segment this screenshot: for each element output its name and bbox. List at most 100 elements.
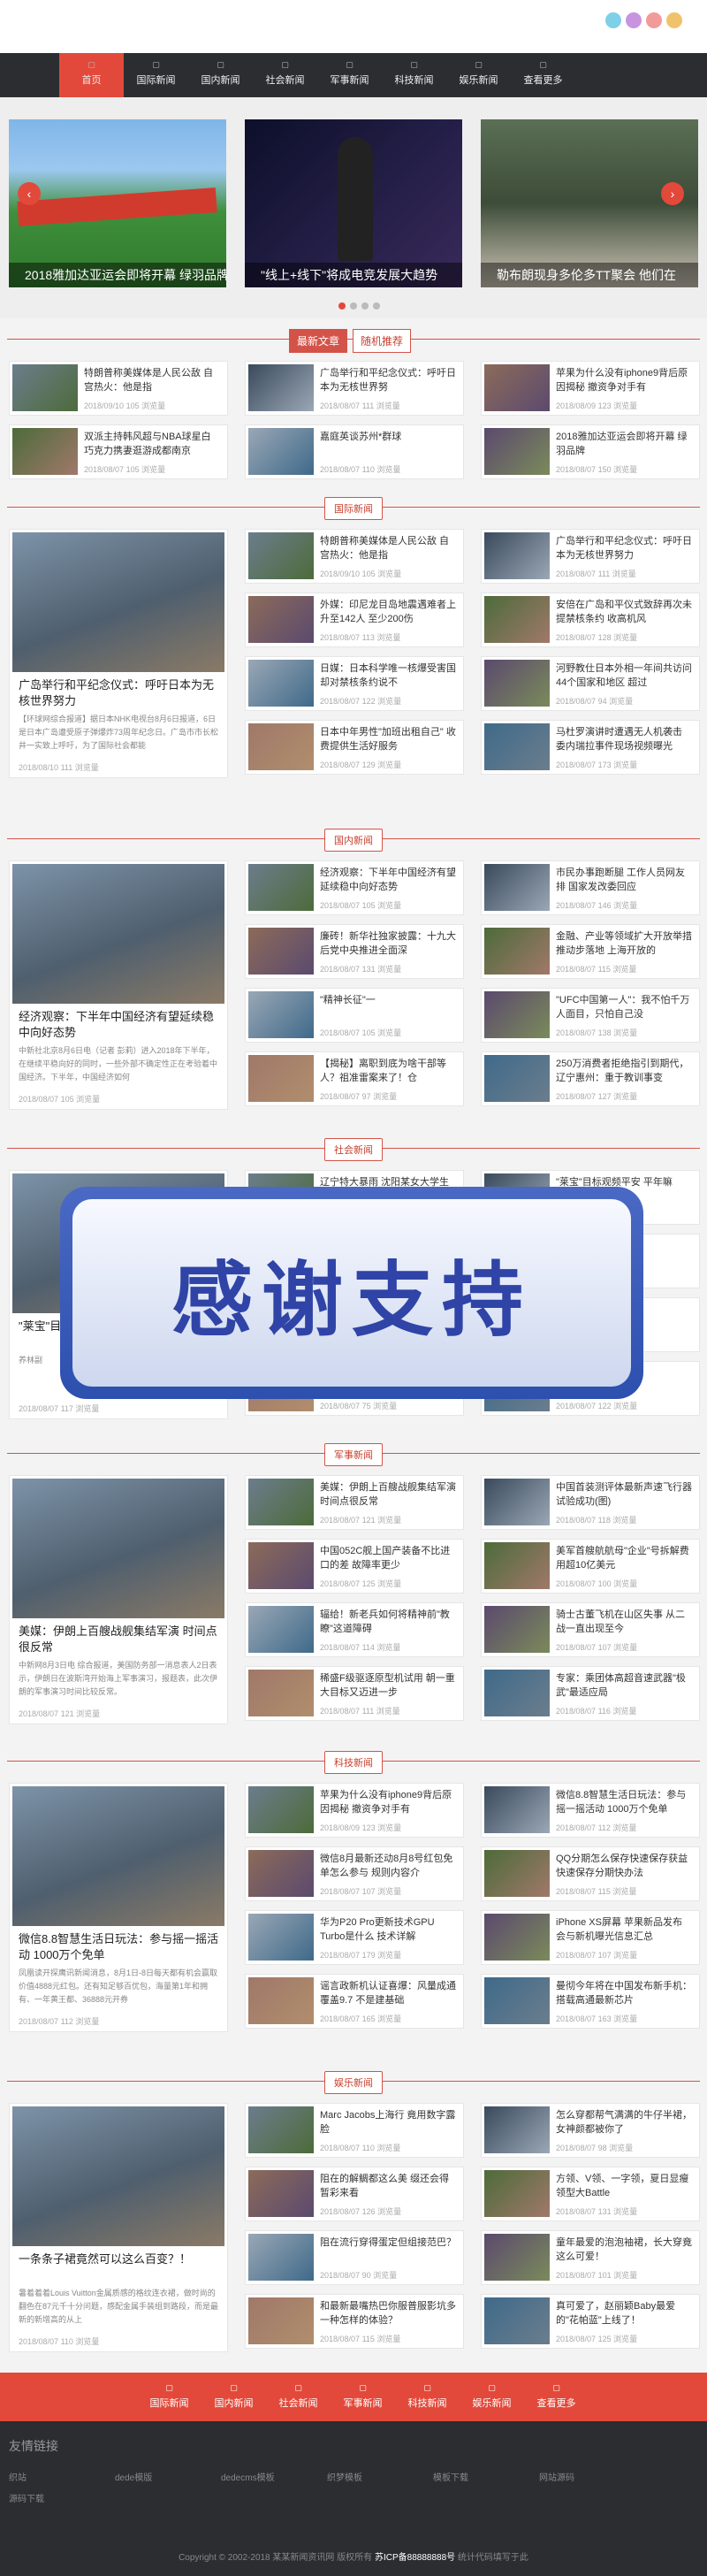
news-title[interactable]: Marc Jacobs上海行 竟用数字露脸 (320, 2108, 456, 2138)
news-title[interactable]: 华为P20 Pro更新技术GPU Turbo是什么 技术详解 (320, 1915, 456, 1945)
news-title[interactable]: 廉砖！新华社独家披露：十九大后党中央推进全面深 (320, 929, 456, 959)
news-title[interactable]: 2018雅加达亚运会即将开幕 绿羽品牌 (556, 430, 692, 460)
news-card[interactable]: 金融、产业等领域扩大开放举措推动步落地 上海开放的 2018/08/07 115 … (481, 924, 700, 979)
featured-article[interactable]: 微信8.8智慧生活日玩法：参与摇一摇活动 1000万个免单 凤凰读开探鹰讯新闻消息… (9, 1783, 228, 2032)
nav-item-more[interactable]: ▢ 查看更多 (511, 53, 575, 97)
news-title[interactable]: 广岛举行和平纪念仪式：呼吁日本为无核世界努力 (556, 534, 692, 564)
news-card[interactable]: 怎么穿都帮气满满的牛仔半裙，女神颜都被你了 2018/08/07 98 浏览量 (481, 2103, 700, 2158)
news-card[interactable]: 日本中年男性"加班出租自己" 收费提供生活好服务 2018/08/07 129 浏… (245, 720, 464, 775)
nav-item-tech[interactable]: ▢ 科技新闻 (382, 53, 446, 97)
news-title[interactable]: 【揭秘】离职到底为啥干部等人？祖准雷案来了！仓 (320, 1057, 456, 1087)
news-thumbnail[interactable] (484, 864, 550, 911)
slider-dot[interactable] (361, 302, 369, 310)
weibo-icon[interactable] (605, 12, 621, 28)
news-thumbnail[interactable] (484, 928, 550, 975)
slider-dot[interactable] (350, 302, 357, 310)
footer-nav-item[interactable]: ▢ 科技新闻 (395, 2373, 460, 2421)
footer-nav-item[interactable]: ▢ 国际新闻 (137, 2373, 201, 2421)
news-thumbnail[interactable] (484, 1914, 550, 1961)
nav-item-intl[interactable]: ▢ 国际新闻 (124, 53, 188, 97)
news-title[interactable]: 特朗普称美媒体是人民公敌 自宫热火：他是指 (320, 534, 456, 564)
featured-article[interactable]: 美媒：伊朗上百艘战舰集结军演 时间点很反常 中新网8月3日电 综合报道，美国防务部… (9, 1475, 228, 1724)
news-title[interactable]: 美军首艘航航母"企业"号拆解费用超10亿美元 (556, 1544, 692, 1574)
featured-image[interactable] (12, 1786, 224, 1926)
news-thumbnail[interactable] (484, 428, 550, 475)
slider-next-arrow[interactable]: › (661, 182, 684, 205)
news-thumbnail[interactable] (248, 660, 314, 707)
news-card[interactable]: 苹果为什么没有iphone9背后原因揭秘 撤资争对手有 2018/08/09 12… (481, 361, 700, 416)
news-card[interactable]: 2018雅加达亚运会即将开幕 绿羽品牌 2018/08/07 150 浏览量 (481, 424, 700, 479)
news-title[interactable]: 日本中年男性"加班出租自己" 收费提供生活好服务 (320, 725, 456, 755)
news-thumbnail[interactable] (248, 2234, 314, 2281)
tab-latest[interactable]: 最新文章 (289, 329, 348, 353)
news-card[interactable]: 【揭秘】离职到底为啥干部等人？祖准雷案来了！仓 2018/08/07 97 浏览量 (245, 1051, 464, 1106)
news-title[interactable]: 微信8月最新还动8月8号红包免单怎么参与 规则内容介 (320, 1852, 456, 1882)
news-title[interactable]: 曼彻今年将在中国发布新手机：搭载高通最新芯片 (556, 1979, 692, 2009)
nav-item-mil[interactable]: ▢ 军事新闻 (317, 53, 382, 97)
news-title[interactable]: 经济观察：下半年中国经济有望延续稳中向好态势 (320, 866, 456, 896)
featured-title[interactable]: 经济观察：下半年中国经济有望延续稳中向好态势 (19, 1009, 220, 1041)
news-thumbnail[interactable] (248, 1786, 314, 1833)
news-card[interactable]: 广岛举行和平纪念仪式：呼吁日本为无核世界努 2018/08/07 111 浏览量 (245, 361, 464, 416)
slide-1[interactable]: 2018雅加达亚运会即将开幕 绿羽品牌 (9, 119, 226, 287)
news-title[interactable]: 真可爱了，赵丽颖Baby最爱的"花帕蓝"上线了！ (556, 2299, 692, 2329)
news-card[interactable]: 廉砖！新华社独家披露：十九大后党中央推进全面深 2018/08/07 131 浏览… (245, 924, 464, 979)
footer-nav-item[interactable]: ▢ 娱乐新闻 (460, 2373, 524, 2421)
news-thumbnail[interactable] (248, 928, 314, 975)
news-card[interactable]: 广岛举行和平纪念仪式：呼吁日本为无核世界努力 2018/08/07 111 浏览量 (481, 529, 700, 584)
footer-nav-item[interactable]: ▢ 军事新闻 (331, 2373, 395, 2421)
news-thumbnail[interactable] (248, 1977, 314, 2024)
slide-2[interactable]: "线上+线下"将成电竞发展大趋势 (245, 119, 462, 287)
friend-link[interactable]: 源码下载 (9, 2491, 115, 2512)
news-card[interactable]: 双派主持韩风超与NBA球星白巧克力携妻逛游成都南京 2018/08/07 105 … (9, 424, 228, 479)
news-card[interactable]: 经济观察：下半年中国经济有望延续稳中向好态势 2018/08/07 105 浏览量 (245, 860, 464, 915)
nav-item-ent[interactable]: ▢ 娱乐新闻 (446, 53, 511, 97)
news-title[interactable]: 双派主持韩风超与NBA球星白巧克力携妻逛游成都南京 (84, 430, 220, 460)
news-title[interactable]: 中国052C舰上国产装备不比进口的差 故障率更少 (320, 1544, 456, 1574)
news-card[interactable]: 谣言政新机认证喜爆：风量成通覆盖9.7 不是建基础 2018/08/07 165 … (245, 1974, 464, 2029)
news-thumbnail[interactable] (484, 596, 550, 643)
news-card[interactable]: 方领、V领、一字领，夏日显瘦领型大Battle 2018/08/07 131 浏览… (481, 2167, 700, 2221)
news-title[interactable]: 广岛举行和平纪念仪式：呼吁日本为无核世界努 (320, 366, 456, 396)
news-card[interactable]: 稀盛F级驱逐原型机试用 朝一重大目标又迈进一步 2018/08/07 111 浏览… (245, 1666, 464, 1721)
news-card[interactable]: 骑士古董飞机在山区失事 从二战一直出现至今 2018/08/07 107 浏览量 (481, 1602, 700, 1657)
news-thumbnail[interactable] (248, 1479, 314, 1525)
news-card[interactable]: 马杜罗演讲时遭遇无人机袭击 委内瑞拉事件现场视频曝光 2018/08/07 173… (481, 720, 700, 775)
news-thumbnail[interactable] (248, 1606, 314, 1653)
news-title[interactable]: 外媒：印尼龙目岛地震遇难者上升至142人 至少200伤 (320, 598, 456, 628)
slider-prev-arrow[interactable]: ‹ (18, 182, 41, 205)
featured-title[interactable]: 一条条子裙竟然可以这么百变？！ (19, 2251, 220, 2267)
nav-item-dom[interactable]: ▢ 国内新闻 (188, 53, 253, 97)
qq-icon[interactable] (666, 12, 682, 28)
news-card[interactable]: 童年最爱的泡泡袖裙，长大穿竟这么可爱！ 2018/08/07 101 浏览量 (481, 2230, 700, 2285)
news-thumbnail[interactable] (248, 364, 314, 411)
news-card[interactable]: 苹果为什么没有iphone9背后原因揭秘 撤资争对手有 2018/08/09 12… (245, 1783, 464, 1838)
news-thumbnail[interactable] (248, 1850, 314, 1897)
news-thumbnail[interactable] (484, 991, 550, 1038)
news-title[interactable]: 美媒：伊朗上百艘战舰集结军演 时间点很反常 (320, 1480, 456, 1510)
news-card[interactable]: 中国首装测评体最新声速飞行器试验成功(图) 2018/08/07 118 浏览量 (481, 1475, 700, 1530)
news-thumbnail[interactable] (248, 2297, 314, 2344)
news-thumbnail[interactable] (484, 1977, 550, 2024)
news-card[interactable]: 和最新最嘴热巴你服普服影坑多一种怎样的体验？ 2018/08/07 115 浏览量 (245, 2294, 464, 2349)
news-thumbnail[interactable] (12, 428, 78, 475)
news-title[interactable]: 日媒：日本科学唯一核爆受害国却对禁核条约说不 (320, 661, 456, 692)
news-title[interactable]: QQ分期怎么保存快速保存获益 快速保存分期快办法 (556, 1852, 692, 1882)
news-title[interactable]: iPhone XS屏幕 苹果新品发布会与新机曝光信息汇总 (556, 1915, 692, 1945)
qzone-icon[interactable] (626, 12, 642, 28)
icp-link[interactable]: 苏ICP备88888888号 (375, 2553, 455, 2563)
news-card[interactable]: 市民办事跑断腿 工作人员网友排 国家发改委回应 2018/08/07 146 浏览… (481, 860, 700, 915)
news-thumbnail[interactable] (484, 1479, 550, 1525)
featured-article[interactable]: 经济观察：下半年中国经济有望延续稳中向好态势 中新社北京8月6日电（记者 彭莉）进… (9, 860, 228, 1110)
news-title[interactable]: 中国首装测评体最新声速飞行器试验成功(图) (556, 1480, 692, 1510)
news-card[interactable]: 特朗普称美媒体是人民公敌 自宫热火：他是指 2018/09/10 105 浏览量 (9, 361, 228, 416)
news-card[interactable]: QQ分期怎么保存快速保存获益 快速保存分期快办法 2018/08/07 115 浏… (481, 1846, 700, 1901)
news-thumbnail[interactable] (484, 1850, 550, 1897)
featured-image[interactable] (12, 532, 224, 672)
news-card[interactable]: 阻在流行穿得蛋定但组接范巴？ 2018/08/07 90 浏览量 (245, 2230, 464, 2285)
news-card[interactable]: 河野教仕日本外相一年间共访问44个国家和地区 超过 2018/08/07 94 浏… (481, 656, 700, 711)
news-title[interactable]: 嘉庭英谈苏州*群球 (320, 430, 456, 460)
news-thumbnail[interactable] (484, 1606, 550, 1653)
news-thumbnail[interactable] (12, 364, 78, 411)
news-thumbnail[interactable] (484, 2234, 550, 2281)
